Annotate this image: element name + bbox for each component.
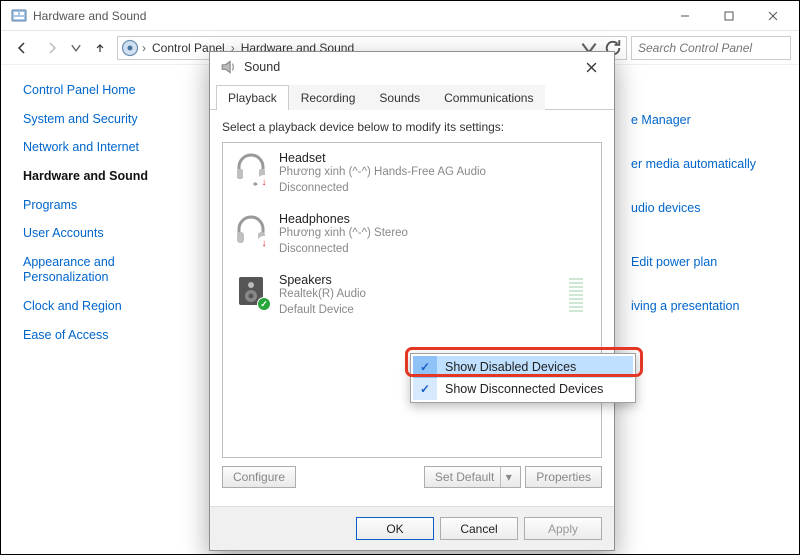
nav-control-panel-home[interactable]: Control Panel Home [23, 83, 183, 99]
device-item-headphones[interactable]: Headphones Phương xinh (^-^) Stereo Disc… [223, 204, 601, 265]
menu-show-disconnected-devices[interactable]: ✓ Show Disconnected Devices [413, 378, 633, 400]
nav-forward-button[interactable] [39, 35, 65, 61]
set-default-label: Set Default [435, 470, 494, 484]
menu-item-label: Show Disabled Devices [437, 360, 633, 374]
sound-dialog: Sound Playback Recording Sounds Communic… [209, 51, 615, 551]
tab-communications[interactable]: Communications [432, 85, 545, 110]
menu-show-disabled-devices[interactable]: ✓ Show Disabled Devices [413, 356, 633, 378]
dialog-titlebar: Sound [210, 52, 614, 82]
window-titlebar: Hardware and Sound [1, 1, 799, 31]
search-input[interactable] [636, 40, 797, 56]
tab-sounds[interactable]: Sounds [367, 85, 432, 110]
status-disconnected-icon [257, 236, 271, 250]
properties-button[interactable]: Properties [525, 466, 602, 488]
nav-back-button[interactable] [9, 35, 35, 61]
chevron-right-icon: › [142, 41, 146, 55]
nav-appearance-and-personalization[interactable]: Appearance and Personalization [23, 255, 183, 286]
link-autoplay-media[interactable]: er media automatically [631, 157, 789, 171]
dialog-tabs: Playback Recording Sounds Communications [210, 84, 614, 110]
link-giving-a-presentation[interactable]: iving a presentation [631, 299, 789, 313]
dialog-close-button[interactable] [574, 54, 608, 80]
nav-clock-and-region[interactable]: Clock and Region [23, 299, 183, 315]
status-disconnected-icon [257, 175, 271, 189]
nav-network-and-internet[interactable]: Network and Internet [23, 140, 183, 156]
nav-user-accounts[interactable]: User Accounts [23, 226, 183, 242]
nav-system-and-security[interactable]: System and Security [23, 112, 183, 128]
dialog-title: Sound [244, 60, 280, 74]
check-icon: ✓ [413, 378, 437, 400]
dialog-action-row: Configure Set Default ▾ Properties [222, 466, 602, 488]
device-status: Default Device [279, 303, 366, 319]
tab-recording[interactable]: Recording [289, 85, 368, 110]
device-list[interactable]: Headset Phương xinh (^-^) Hands-Free AG … [222, 142, 602, 458]
apply-button[interactable]: Apply [524, 517, 602, 540]
device-status: Disconnected [279, 181, 486, 197]
set-default-button[interactable]: Set Default ▾ [424, 466, 521, 488]
device-name: Headphones [279, 212, 408, 226]
cancel-button[interactable]: Cancel [440, 517, 518, 540]
headphones-icon [233, 212, 269, 248]
search-box[interactable] [631, 36, 791, 60]
volume-meter [569, 278, 583, 314]
device-item-speakers[interactable]: Speakers Realtek(R) Audio Default Device [223, 265, 601, 326]
nav-up-button[interactable] [87, 35, 113, 61]
tab-playback[interactable]: Playback [216, 85, 289, 110]
context-menu: ✓ Show Disabled Devices ✓ Show Disconnec… [410, 353, 636, 403]
status-default-icon [257, 297, 271, 311]
dialog-footer: OK Cancel Apply [210, 506, 614, 550]
chevron-down-icon[interactable]: ▾ [500, 467, 516, 487]
dialog-body: Select a playback device below to modify… [210, 110, 614, 496]
left-nav: Control Panel Home System and Security N… [1, 65, 191, 554]
device-item-headset[interactable]: Headset Phương xinh (^-^) Hands-Free AG … [223, 143, 601, 204]
minimize-button[interactable] [663, 2, 707, 30]
speaker-icon [220, 58, 238, 76]
close-button[interactable] [751, 2, 795, 30]
maximize-button[interactable] [707, 2, 751, 30]
link-device-manager[interactable]: e Manager [631, 113, 789, 127]
link-edit-power-plan[interactable]: Edit power plan [631, 255, 789, 269]
nav-ease-of-access[interactable]: Ease of Access [23, 328, 183, 344]
device-subtitle: Phương xinh (^-^) Hands-Free AG Audio [279, 165, 486, 181]
ok-button[interactable]: OK [356, 517, 434, 540]
nav-hardware-and-sound[interactable]: Hardware and Sound [23, 169, 183, 185]
headset-icon [233, 151, 269, 187]
nav-programs[interactable]: Programs [23, 198, 183, 214]
link-manage-audio-devices[interactable]: udio devices [631, 201, 789, 215]
nav-history-dropdown[interactable] [69, 35, 83, 61]
device-name: Headset [279, 151, 486, 165]
device-subtitle: Phương xinh (^-^) Stereo [279, 226, 408, 242]
menu-item-label: Show Disconnected Devices [437, 382, 633, 396]
window-title: Hardware and Sound [33, 9, 146, 23]
speakers-icon [233, 273, 269, 309]
configure-button[interactable]: Configure [222, 466, 296, 488]
device-name: Speakers [279, 273, 366, 287]
control-panel-small-icon [120, 38, 140, 58]
dialog-instruction: Select a playback device below to modify… [222, 120, 602, 134]
control-panel-icon [11, 8, 27, 24]
device-subtitle: Realtek(R) Audio [279, 287, 366, 303]
device-status: Disconnected [279, 242, 408, 258]
check-icon: ✓ [413, 356, 437, 378]
